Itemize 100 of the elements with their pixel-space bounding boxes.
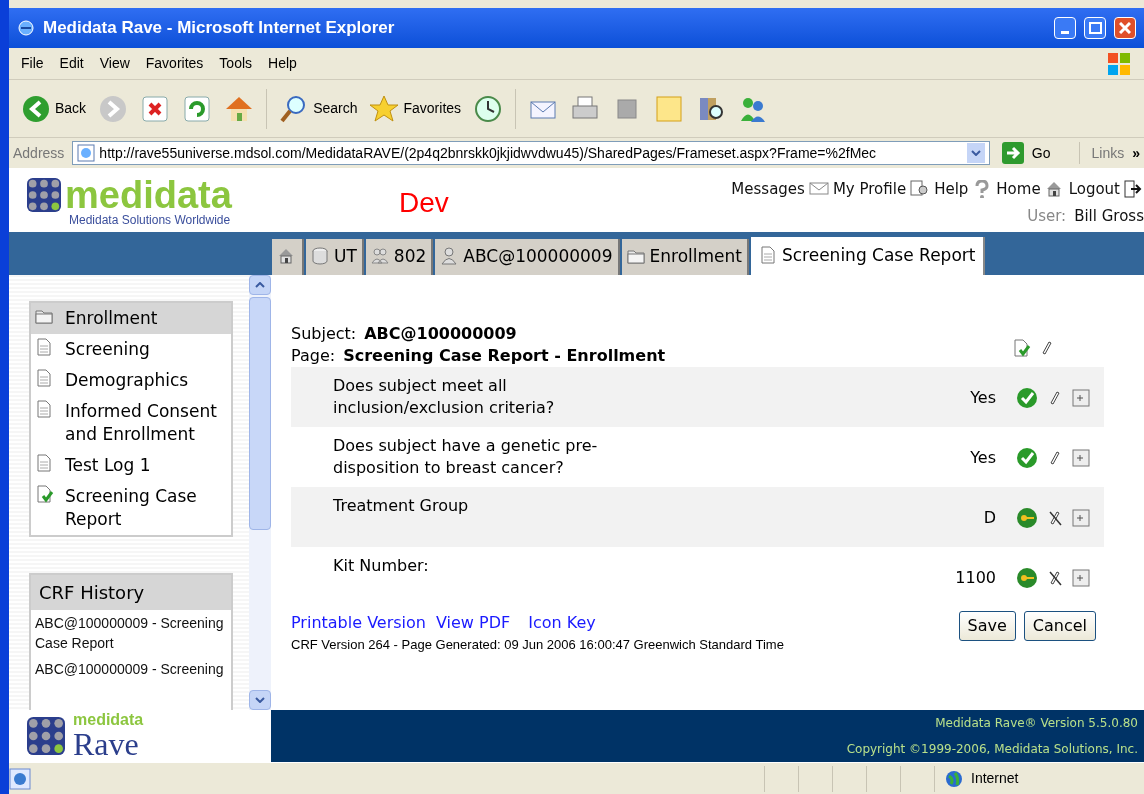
- refresh-button[interactable]: [182, 93, 213, 124]
- header-link[interactable]: Home: [996, 178, 1041, 201]
- maximize-button[interactable]: [1084, 17, 1106, 39]
- question-text: Treatment Group: [333, 495, 470, 517]
- menu-item[interactable]: View: [99, 53, 130, 74]
- logo-icon: [27, 717, 65, 755]
- history-entry[interactable]: ABC@100000009 - Screening Case Report: [31, 610, 231, 656]
- question-text: Does subject have a genetic pre-disposition to breast cancer?: [333, 435, 599, 479]
- answer-value: 1100: [955, 567, 996, 589]
- back-button[interactable]: Back: [21, 93, 87, 124]
- page-label: Page:: [291, 345, 336, 367]
- page-name: Screening Case Report - Enrollment: [343, 345, 666, 367]
- environment-label: Dev: [399, 186, 449, 220]
- logo-wordmark: medidata: [73, 712, 144, 728]
- question-text: Kit Number:: [333, 555, 430, 577]
- subject-label: Subject:: [291, 323, 357, 345]
- history-title: CRF History: [31, 575, 231, 610]
- history-entry[interactable]: ABC@100000009 - Screening: [31, 656, 231, 682]
- form-button[interactable]: Save: [958, 611, 1016, 641]
- header-link[interactable]: Help: [934, 178, 969, 201]
- sidebar-item[interactable]: Demographics: [31, 365, 231, 396]
- logo-icon: [27, 178, 61, 212]
- copyright-text: Copyright ©1999-2006, Medidata Solutions, Inc.: [846, 741, 1138, 758]
- window-title: Medidata Rave - Microsoft Internet Explorer: [43, 17, 396, 40]
- tab[interactable]: UT: [306, 239, 364, 275]
- sidebar-item[interactable]: Screening Case Report: [31, 481, 231, 535]
- sidebar-item[interactable]: Informed Consent and Enrollment: [31, 396, 231, 450]
- footer-link[interactable]: View PDF: [436, 611, 511, 635]
- clock-icon: [473, 93, 504, 124]
- answer-value: Yes: [970, 387, 996, 409]
- zone-label: Internet: [971, 769, 1019, 788]
- footer-link[interactable]: Printable Version: [291, 611, 426, 635]
- star-icon: [369, 93, 400, 124]
- sidebar-item[interactable]: Enrollment: [31, 303, 231, 334]
- minimize-icon: [1061, 31, 1069, 34]
- sidebar-item[interactable]: Test Log 1: [31, 450, 231, 481]
- close-button[interactable]: [1114, 17, 1136, 39]
- subject-id: ABC@100000009: [364, 323, 517, 345]
- minimize-button[interactable]: [1054, 17, 1076, 39]
- dropdown-button[interactable]: [966, 143, 985, 163]
- header-link[interactable]: My Profile: [832, 178, 907, 201]
- answer-value: D: [983, 507, 996, 529]
- scroll-down-icon[interactable]: [249, 690, 271, 710]
- menu-item[interactable]: File: [21, 53, 44, 74]
- links-button[interactable]: Links: [1091, 142, 1125, 164]
- version-note: CRF Version 264 - Page Generated: 09 Jun 2006 16:00:47 Greenwich Standard Time: [291, 636, 785, 654]
- tab[interactable]: 802: [365, 239, 434, 275]
- globe-icon: [945, 769, 963, 788]
- key-icon: [1016, 507, 1038, 529]
- address-label: Address: [13, 143, 65, 163]
- tab[interactable]: Enrollment: [621, 239, 749, 275]
- close-icon: [1119, 22, 1131, 34]
- tab[interactable]: Screening Case Report: [750, 237, 986, 275]
- header-link[interactable]: Logout: [1068, 178, 1120, 201]
- menu-item[interactable]: Tools: [219, 53, 253, 74]
- windows-flag-icon: [1106, 50, 1132, 77]
- key-icon: [1016, 567, 1038, 589]
- tab[interactable]: [272, 239, 304, 275]
- user-name: Bill Gross: [1074, 205, 1144, 227]
- logo-tagline: Medidata Solutions Worldwide: [68, 212, 232, 228]
- pencil-icon[interactable]: [1048, 389, 1062, 407]
- sidebar-item[interactable]: Screening: [31, 334, 231, 365]
- history-button[interactable]: [473, 93, 504, 124]
- pencil-icon[interactable]: [1048, 449, 1062, 467]
- profile-icon: [910, 180, 931, 199]
- page-icon: [77, 144, 96, 162]
- check-icon: [1016, 387, 1038, 409]
- stop-button[interactable]: [140, 93, 171, 124]
- more-button[interactable]: »: [1132, 142, 1140, 164]
- check-icon: [1016, 447, 1038, 469]
- close-icon: [140, 93, 171, 124]
- menu-item[interactable]: Favorites: [145, 53, 204, 74]
- maximize-icon: [1088, 22, 1102, 34]
- question-text: Does subject meet all inclusion/exclusion criteria?: [333, 375, 556, 419]
- scroll-up-icon[interactable]: [249, 275, 271, 295]
- address-field[interactable]: http://rave55universe.mdsol.com/MedidataRAVE/(2p4q2bnrskk0jkjidwvdwu45)/SharedPages/Frameset.aspx?Frame=%2fMec: [72, 141, 990, 165]
- footer-link[interactable]: Icon Key: [528, 611, 596, 635]
- search-button[interactable]: Search: [279, 93, 358, 124]
- note-icon: [654, 93, 685, 124]
- logo-wordmark: medidata: [65, 178, 232, 212]
- logo-wordmark: Rave: [73, 728, 140, 760]
- form-button[interactable]: Cancel: [1023, 611, 1096, 641]
- folder-icon: [626, 247, 647, 267]
- version-text: Medidata Rave® Version 5.5.0.80: [935, 715, 1138, 732]
- browser-icon: [17, 19, 35, 37]
- menu-item[interactable]: Edit: [59, 53, 84, 74]
- answer-value: Yes: [970, 447, 996, 469]
- header-link[interactable]: Messages: [731, 178, 805, 201]
- people-icon: [370, 247, 391, 267]
- pencil-icon[interactable]: [1040, 339, 1052, 357]
- caret-icon: [970, 150, 981, 156]
- go-button[interactable]: Go: [997, 142, 1055, 164]
- menu-item[interactable]: Help: [268, 53, 297, 74]
- tab[interactable]: ABC@100000009: [435, 239, 620, 275]
- refresh-icon: [182, 93, 213, 124]
- scrollbar[interactable]: [249, 275, 271, 710]
- user-label: User:: [1027, 205, 1067, 227]
- favorites-button[interactable]: Favorites: [369, 93, 462, 124]
- page-icon: [9, 767, 31, 790]
- checked-page-icon: [1012, 339, 1032, 359]
